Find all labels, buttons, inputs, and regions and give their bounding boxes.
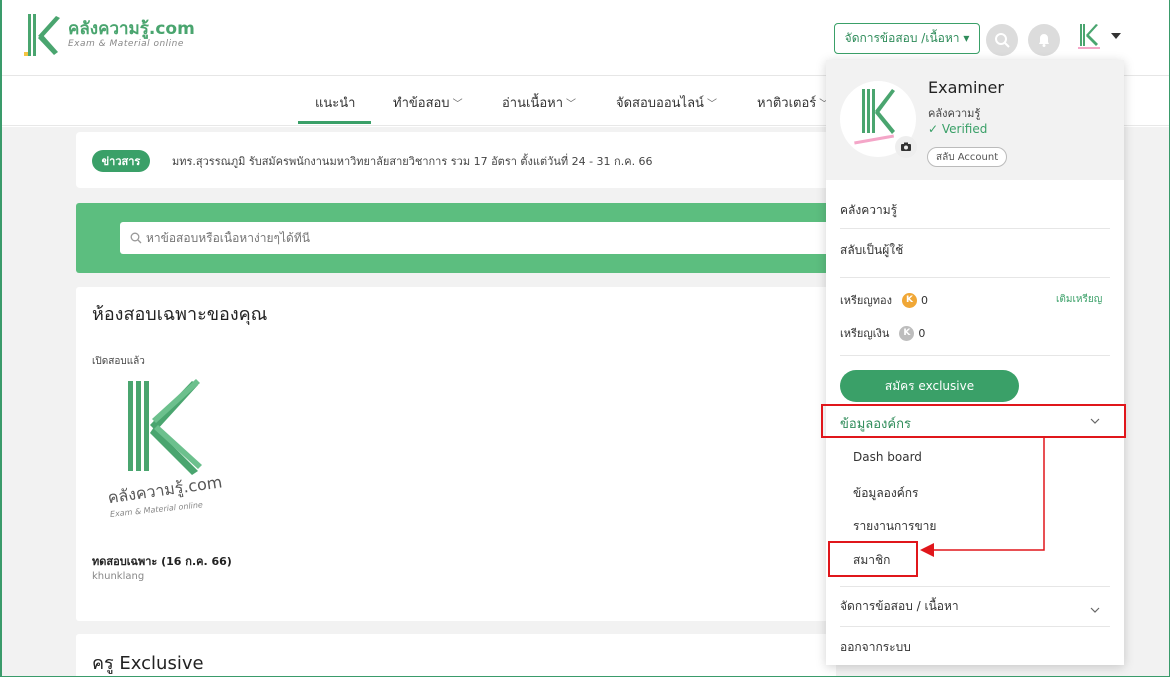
search-input[interactable]	[146, 231, 646, 245]
submenu-dashboard[interactable]: Dash board	[853, 450, 922, 464]
profile-org: คลังความรู้	[928, 107, 981, 120]
bell-icon	[1039, 34, 1049, 47]
nav-item-online-exam[interactable]: จัดสอบออนไลน์ ﹀	[616, 92, 717, 113]
teacher-section-title: ครู Exclusive	[92, 653, 204, 674]
nav-label: หาติวเตอร์	[757, 96, 817, 111]
submenu-org-info[interactable]: ข้อมูลองค์กร	[853, 484, 918, 503]
highlight-org-info	[821, 404, 1126, 438]
subscribe-exclusive-button[interactable]: สมัคร exclusive	[840, 370, 1019, 402]
k-logo-icon	[24, 14, 60, 56]
menu-item-logout[interactable]: ออกจากระบบ	[840, 638, 911, 657]
silver-coin-label: เหรียญเงิน	[840, 327, 890, 340]
menu-item-switch-user[interactable]: สลับเป็นผู้ใช้	[840, 241, 903, 260]
topup-link[interactable]: เติมเหรียญ	[1056, 292, 1102, 307]
exclusive-room-card: ห้องสอบเฉพาะของคุณ เปิดสอบแล้ว คลังความร…	[76, 287, 836, 621]
silver-coin-value: 0	[918, 326, 926, 340]
nav-label: ทำข้อสอบ	[393, 96, 450, 111]
gold-coin-value: 0	[920, 293, 928, 307]
search-icon	[995, 33, 1010, 48]
news-headline[interactable]: มทร.สุวรรณภูมิ รับสมัครพนักงานมหาวิทยาลั…	[172, 152, 653, 170]
search-band	[76, 203, 836, 273]
silver-coin-row: เหรียญเงิน K 0	[840, 324, 925, 342]
nav-label: อ่านเนื้อหา	[502, 96, 564, 111]
chevron-down-icon	[1090, 607, 1100, 613]
change-photo-button[interactable]	[895, 136, 917, 158]
menu-item-klang[interactable]: คลังความรู้	[840, 201, 897, 220]
exam-owner: khunklang	[92, 571, 145, 582]
nav-item-take-exam[interactable]: ทำข้อสอบ ﹀	[393, 92, 463, 113]
gold-coin-label: เหรียญทอง	[840, 294, 892, 307]
verified-badge: ✓ Verified	[928, 122, 988, 136]
room-status: เปิดสอบแล้ว	[92, 356, 145, 367]
exam-name[interactable]: ทดสอบเฉพาะ (16 ก.ค. 66)	[92, 552, 232, 570]
manage-exam-button[interactable]: จัดการข้อสอบ /เนื้อหา ▾	[834, 23, 980, 54]
camera-icon	[901, 142, 911, 151]
nav-item-read-content[interactable]: อ่านเนื้อหา ﹀	[502, 92, 576, 113]
search-box[interactable]	[120, 222, 836, 254]
logo-subtitle: Exam & Material online	[68, 39, 184, 49]
logo-title: คลังความรู้.com	[68, 19, 195, 39]
silver-coin-icon: K	[899, 325, 915, 341]
divider	[840, 355, 1110, 356]
gold-coin-row: เหรียญทอง K 0	[840, 291, 928, 309]
divider	[840, 228, 1110, 229]
exam-thumbnail[interactable]: คลังความรู้.com Exam & Material online	[92, 377, 242, 527]
divider	[840, 626, 1110, 627]
notification-button[interactable]	[1028, 24, 1060, 56]
exam-thumbnail-title: คลังความรู้.com	[106, 472, 223, 508]
nav-item-recommend[interactable]: แนะนำ	[315, 92, 355, 113]
nav-label: แนะนำ	[315, 96, 356, 111]
nav-label: จัดสอบออนไลน์	[616, 96, 704, 111]
profile-area: Examiner คลังความรู้ ✓ Verified สลับ Acc…	[826, 60, 1124, 180]
submenu-sales-report[interactable]: รายงานการขาย	[853, 517, 936, 536]
nav-item-find-tutor[interactable]: หาติวเตอร์ ﹀	[757, 92, 829, 113]
nav-active-indicator	[298, 121, 371, 124]
profile-name: Examiner	[928, 78, 1004, 97]
account-menu-caret-icon[interactable]	[1111, 33, 1121, 39]
chevron-down-icon: ﹀	[706, 99, 717, 110]
highlight-members	[828, 541, 918, 577]
search-button[interactable]	[986, 24, 1018, 56]
room-title: ห้องสอบเฉพาะของคุณ	[92, 304, 268, 325]
search-icon	[130, 232, 142, 244]
menu-item-manage-exam[interactable]: จัดการข้อสอบ / เนื้อหา	[840, 597, 959, 616]
divider	[840, 586, 1110, 587]
divider	[840, 277, 1110, 278]
switch-account-button[interactable]: สลับ Account	[927, 147, 1008, 167]
chevron-down-icon: ﹀	[452, 99, 463, 110]
news-card: ข่าวสาร มทร.สุวรรณภูมิ รับสมัครพนักงานมห…	[76, 132, 836, 188]
chevron-down-icon: ﹀	[566, 99, 577, 110]
teacher-exclusive-card: ครู Exclusive	[76, 634, 836, 677]
gold-coin-icon: K	[901, 292, 917, 308]
news-badge: ข่าวสาร	[92, 150, 150, 172]
user-avatar[interactable]	[1077, 22, 1101, 52]
site-logo[interactable]: คลังความรู้.com Exam & Material online	[24, 12, 195, 58]
